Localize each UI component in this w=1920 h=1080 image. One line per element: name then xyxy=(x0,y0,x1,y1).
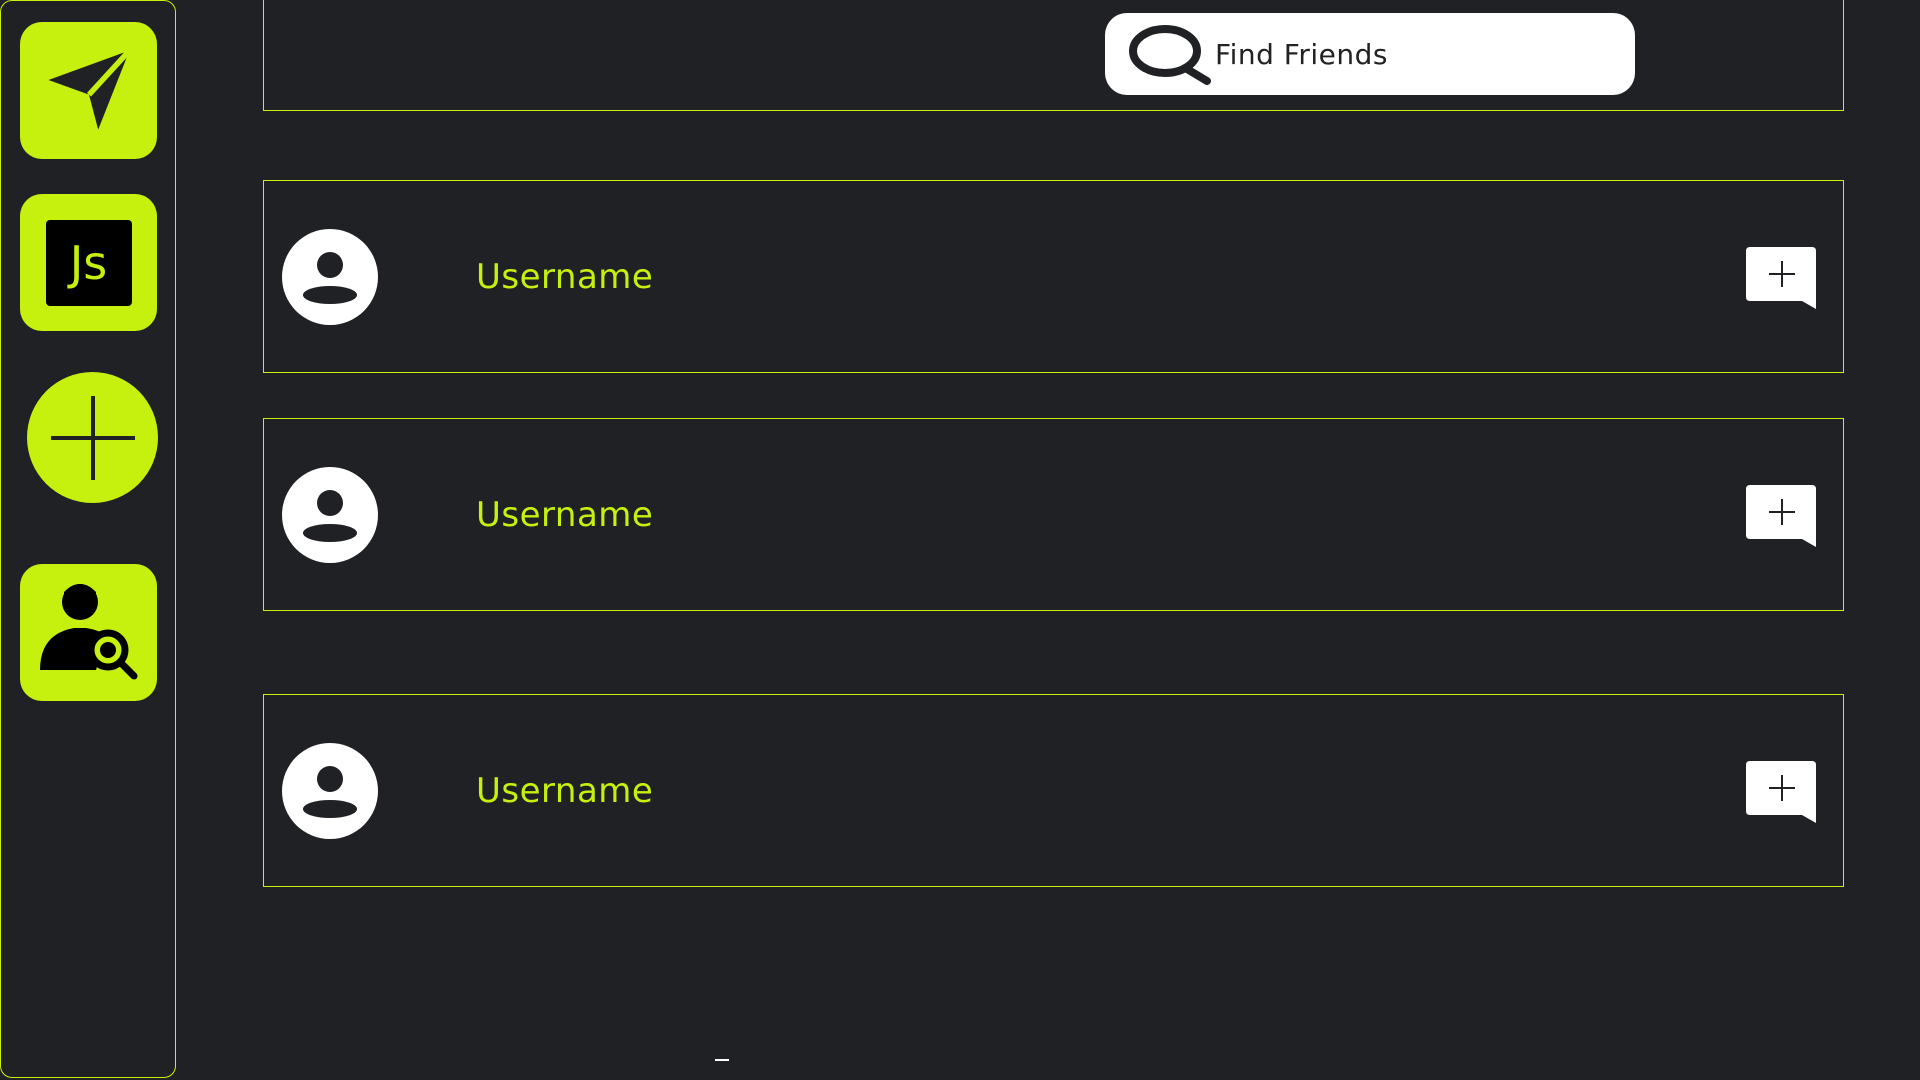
send-button[interactable] xyxy=(20,22,157,159)
add-button[interactable] xyxy=(27,372,158,503)
js-icon: Js xyxy=(45,219,132,306)
plus-icon xyxy=(50,395,135,480)
friend-row: Username xyxy=(263,180,1844,373)
search-panel xyxy=(263,0,1844,111)
js-button[interactable]: Js xyxy=(20,194,157,331)
search-bar[interactable] xyxy=(1105,13,1635,95)
add-chat-icon xyxy=(1746,247,1816,309)
find-user-icon xyxy=(39,583,137,679)
avatar xyxy=(282,743,378,839)
avatar xyxy=(282,467,378,563)
dash-mark xyxy=(715,1059,729,1061)
send-icon xyxy=(48,48,132,130)
sidebar: Js xyxy=(0,0,176,1078)
search-icon xyxy=(1129,25,1211,85)
friend-row: Username xyxy=(263,694,1844,887)
add-chat-icon xyxy=(1746,761,1816,823)
search-input[interactable] xyxy=(1213,36,1607,72)
find-friends-button[interactable] xyxy=(20,564,157,701)
user-icon xyxy=(303,490,357,542)
friend-username: Username xyxy=(476,495,654,535)
add-chat-icon xyxy=(1746,485,1816,547)
user-icon xyxy=(303,252,357,304)
friend-row: Username xyxy=(263,418,1844,611)
add-friend-button[interactable] xyxy=(1746,761,1820,825)
user-icon xyxy=(303,766,357,818)
add-friend-button[interactable] xyxy=(1746,485,1820,549)
friend-username: Username xyxy=(476,257,654,297)
add-friend-button[interactable] xyxy=(1746,247,1820,311)
friend-username: Username xyxy=(476,771,654,811)
avatar xyxy=(282,229,378,325)
